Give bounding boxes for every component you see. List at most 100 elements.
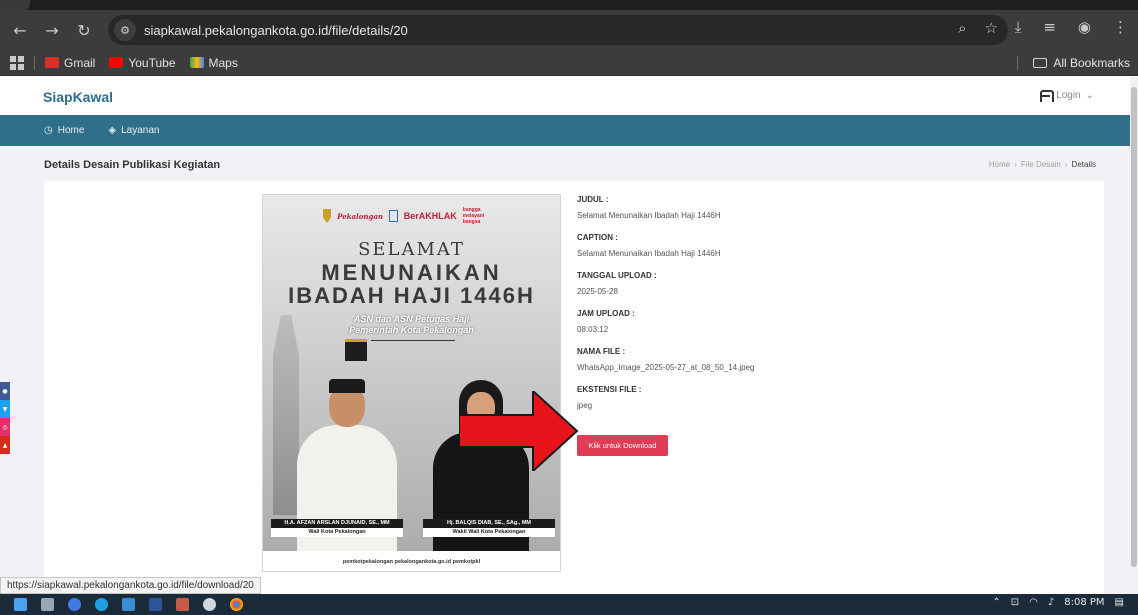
- tanggal-label: TANGGAL UPLOAD :: [577, 271, 657, 280]
- nav-label: Layanan: [121, 125, 160, 136]
- site-header: SiapKawal Login ⌄: [0, 77, 1130, 115]
- mayor-cap: [329, 379, 365, 393]
- judul-label: JUDUL :: [577, 195, 609, 204]
- vice-mayor-name-tag: Hj. BALQIS DIAB, SE., SAg., MM Wakil Wal…: [423, 519, 555, 537]
- breadcrumb-separator-icon: ›: [1064, 160, 1068, 169]
- caption-value: Selamat Menunaikan Ibadah Haji 1446H: [577, 249, 721, 258]
- back-icon[interactable]: ←: [8, 18, 32, 42]
- breadcrumb-home[interactable]: Home: [989, 160, 1010, 169]
- folder-icon: [1033, 57, 1048, 68]
- tab-strip: [0, 0, 1138, 10]
- site-brand[interactable]: SiapKawal: [43, 89, 113, 105]
- breadcrumb-current: Details: [1071, 160, 1096, 169]
- page-title: Details Desain Publikasi Kegiatan: [44, 159, 221, 171]
- zoom-icon[interactable]: ⌕: [958, 19, 966, 37]
- volume-icon[interactable]: ♪: [1048, 597, 1054, 608]
- bookmark-maps[interactable]: Maps: [189, 55, 238, 70]
- all-bookmarks-label: All Bookmarks: [1053, 55, 1130, 70]
- reload-icon[interactable]: ↻: [72, 18, 96, 42]
- web-page: SiapKawal Login ⌄ ◷ Home ◈ Layanan Detai…: [0, 77, 1130, 594]
- layers-icon: ◈: [108, 125, 117, 136]
- youtube-social-icon[interactable]: ▲: [0, 436, 10, 454]
- mayor-name: H.A. AFZAN ARSLAN DJUNAID, SE., MM: [271, 519, 403, 528]
- word-icon[interactable]: [149, 598, 162, 611]
- mayor-title: Wali Kota Pekalongan: [308, 529, 366, 535]
- bookmark-label: YouTube: [128, 55, 176, 70]
- copilot-icon[interactable]: [68, 598, 81, 611]
- clock-time[interactable]: 8:08 PM: [1064, 597, 1104, 608]
- login-label: Login: [1056, 89, 1081, 101]
- forward-icon[interactable]: →: [40, 18, 64, 42]
- bookmark-youtube[interactable]: YouTube: [109, 55, 176, 70]
- reading-list-icon[interactable]: ≡: [1043, 18, 1056, 36]
- network-icon[interactable]: ⊡: [1011, 597, 1019, 608]
- city-shield-icon: [323, 209, 332, 223]
- berakhlak-logo-text: BerAKHLAK: [403, 211, 457, 221]
- maps-icon: [189, 57, 204, 68]
- vice-mayor-name: Hj. BALQIS DIAB, SE., SAg., MM: [423, 519, 555, 528]
- breadcrumb-file-desain[interactable]: File Desain: [1021, 160, 1061, 169]
- windows-start-icon[interactable]: [14, 598, 27, 611]
- address-bar[interactable]: ⚙ siapkawal.pekalongankota.go.id/file/de…: [108, 15, 1008, 45]
- bookmark-label: Maps: [208, 55, 238, 70]
- gmail-icon: [45, 57, 59, 68]
- nama-file-value: WhatsApp_Image_2025-05-27_at_08_50_14.jp…: [577, 363, 755, 372]
- task-view-icon[interactable]: [41, 598, 54, 611]
- ekstensi-label: EKSTENSI FILE :: [577, 385, 642, 394]
- instagram-icon[interactable]: ◎: [0, 418, 10, 436]
- poster-image: Pekalongan BerAKHLAK bangga melayani ban…: [262, 194, 561, 572]
- browser-toolbar: ← → ↻ ⚙ siapkawal.pekalongankota.go.id/f…: [0, 10, 1138, 50]
- file-details: JUDUL : Selamat Menunaikan Ibadah Haji 1…: [577, 195, 877, 423]
- ekstensi-value: jpeg: [577, 401, 593, 410]
- details-card: Pekalongan BerAKHLAK bangga melayani ban…: [44, 181, 1104, 594]
- poster-line-3: IBADAH HAJI 1446H: [288, 283, 535, 308]
- wifi-icon[interactable]: ◠: [1029, 597, 1038, 608]
- bookmarks-separator: [1017, 56, 1018, 70]
- tray-chevron-up-icon[interactable]: ⌃: [992, 597, 1000, 608]
- toolbar-actions: ⤓ ≡ ◉ ⋮: [1015, 18, 1128, 36]
- site-info-icon[interactable]: ⚙: [114, 19, 136, 41]
- active-tab[interactable]: [0, 0, 30, 10]
- download-button[interactable]: Klik untuk Download: [577, 435, 668, 456]
- all-bookmarks-button[interactable]: All Bookmarks: [1033, 56, 1130, 70]
- login-icon: [1039, 89, 1055, 102]
- download-icon[interactable]: ⤓: [1015, 18, 1022, 36]
- caption-label: CAPTION :: [577, 233, 618, 242]
- bank-logo-icon: [388, 210, 398, 222]
- url-text[interactable]: siapkawal.pekalongankota.go.id/file/deta…: [144, 23, 408, 38]
- bookmark-star-icon[interactable]: ☆: [985, 19, 998, 37]
- poster-footer: pemkotpekalongan pekalongankota.go.id pe…: [263, 551, 560, 571]
- bookmarks-separator: [34, 55, 35, 70]
- profile-icon[interactable]: ◉: [1078, 18, 1091, 36]
- file-explorer-icon[interactable]: [122, 598, 135, 611]
- twitter-icon[interactable]: ▼: [0, 400, 10, 418]
- main-navbar: ◷ Home ◈ Layanan: [0, 115, 1130, 146]
- tanggal-value: 2025-05-28: [577, 287, 618, 296]
- app-icon[interactable]: [176, 598, 189, 611]
- judul-value: Selamat Menunaikan Ibadah Haji 1446H: [577, 211, 721, 220]
- notifications-icon[interactable]: ▤: [1115, 597, 1124, 608]
- breadcrumb: Home › File Desain › Details: [989, 160, 1096, 169]
- edge-icon[interactable]: [95, 598, 108, 611]
- taskbar: ⌃ ⊡ ◠ ♪ 8:08 PM ▤: [0, 594, 1138, 615]
- facebook-icon[interactable]: ●: [0, 382, 10, 400]
- login-dropdown[interactable]: Login ⌄: [1039, 89, 1094, 102]
- nav-home[interactable]: ◷ Home: [44, 125, 84, 136]
- breadcrumb-separator-icon: ›: [1014, 160, 1017, 169]
- apps-grid-icon[interactable]: [10, 55, 24, 70]
- omnibox-actions: ⌕ ☆: [958, 19, 998, 37]
- settings-icon[interactable]: [203, 598, 216, 611]
- chrome-icon[interactable]: [230, 598, 243, 611]
- bookmark-gmail[interactable]: Gmail: [45, 56, 95, 70]
- poster-logos: Pekalongan BerAKHLAK bangga melayani ban…: [323, 207, 503, 225]
- nama-file-label: NAMA FILE :: [577, 347, 626, 356]
- menu-icon[interactable]: ⋮: [1113, 18, 1128, 36]
- poster-divider: [371, 340, 455, 341]
- social-sidebar: ● ▼ ◎ ▲: [0, 382, 10, 454]
- page-scrollbar[interactable]: [1130, 77, 1138, 594]
- pekalongan-logo-text: Pekalongan: [337, 211, 383, 221]
- poster-line-1: SELAMAT: [358, 239, 465, 260]
- nav-layanan[interactable]: ◈ Layanan: [108, 125, 159, 136]
- scroll-thumb[interactable]: [1131, 87, 1137, 567]
- poster-subtitle-line: ASN dan ASN Petugas Haji: [353, 314, 470, 324]
